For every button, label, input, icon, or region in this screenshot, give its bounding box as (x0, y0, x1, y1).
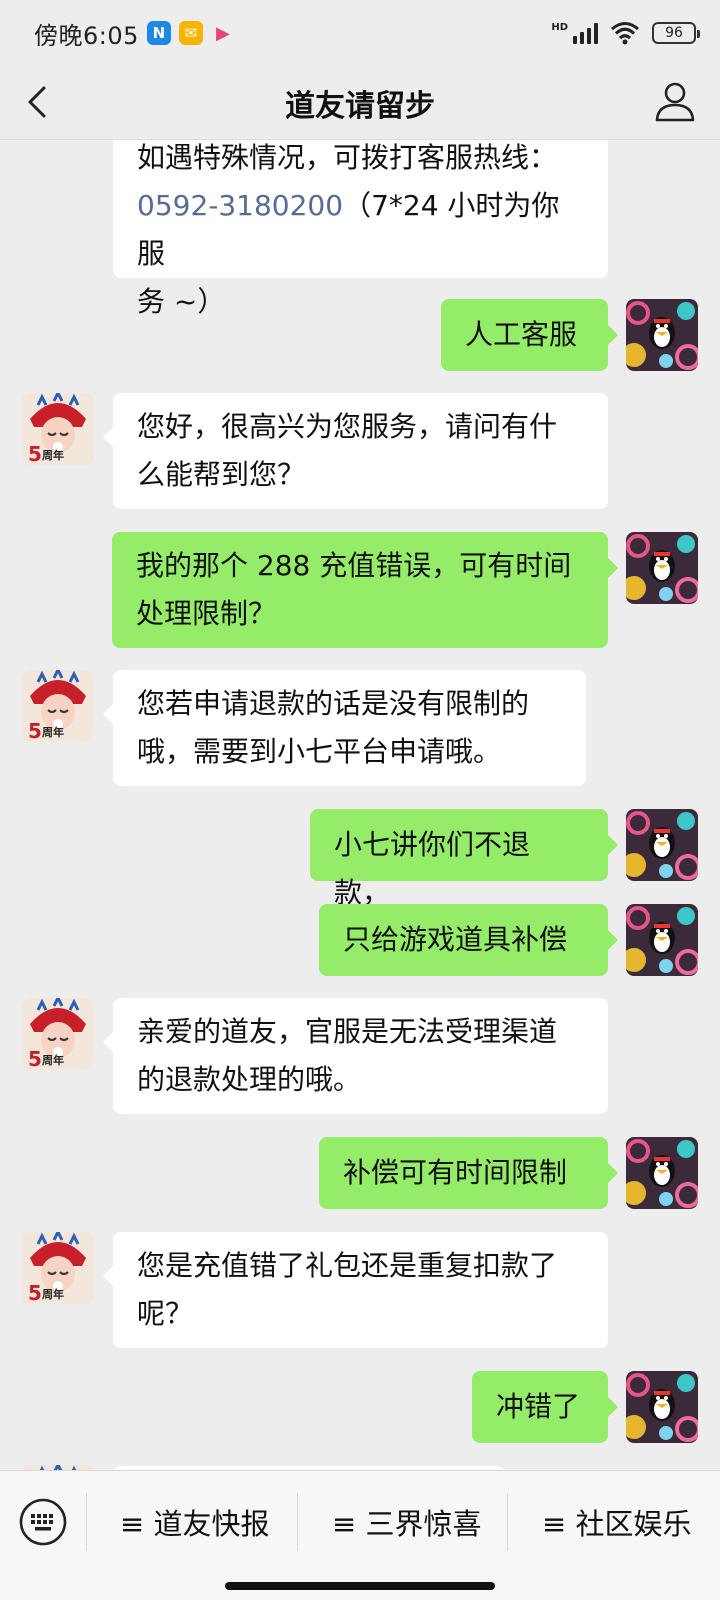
hotline-link[interactable]: 0592-3180200 (137, 189, 343, 222)
play-icon: ▶ (215, 22, 230, 44)
bot-avatar[interactable]: 5 周年 (22, 670, 94, 742)
chat-header: 道友请留步 (0, 66, 720, 140)
bottom-menu-bar: ≡ 道友快报 ≡ 三界惊喜 ≡ 社区娱乐 (0, 1470, 720, 1600)
signal-icon: HD (551, 22, 598, 44)
status-time: 傍晚6:05 (34, 21, 139, 50)
mail-icon: ✉ (178, 21, 203, 45)
svg-text:5: 5 (28, 442, 42, 465)
svg-text:周年: 周年 (42, 725, 64, 739)
person-icon[interactable] (652, 78, 698, 124)
battery-icon: 96 (652, 22, 700, 44)
user-message[interactable]: 冲错了 (472, 1371, 618, 1443)
menu-daoyou-news[interactable]: ≡ 道友快报 (120, 1499, 270, 1545)
page-title: 道友请留步 (285, 88, 435, 124)
message-line: 0592-3180200（7*24 小时为你服 (137, 189, 560, 270)
user-message[interactable]: 人工客服 (441, 299, 618, 371)
user-avatar[interactable] (626, 904, 698, 976)
user-avatar[interactable] (626, 299, 698, 371)
user-avatar[interactable] (626, 532, 698, 604)
bot-message[interactable]: 您若申请退款的话是没有限制的 哦，需要到小七平台申请哦。 (103, 670, 586, 786)
svg-text:周年: 周年 (42, 448, 64, 462)
bot-message[interactable]: 您好，很高兴为您服务，请问有什 么能帮到您？ (103, 393, 608, 509)
user-avatar[interactable] (626, 1137, 698, 1209)
wifi-icon (611, 22, 639, 45)
user-avatar-image (626, 299, 698, 371)
bot-message[interactable]: 如遇特殊情况，可拨打客服热线： 0592-3180200（7*24 小时为你服 … (113, 140, 608, 318)
menu-divider (86, 1493, 87, 1551)
chevron-left-icon[interactable] (20, 82, 60, 122)
menu-divider (507, 1493, 508, 1551)
menu-sanjie-surprise[interactable]: ≡ 三界惊喜 (332, 1499, 482, 1545)
keyboard-icon[interactable] (18, 1497, 68, 1547)
menu-community-fun[interactable]: ≡ 社区娱乐 (542, 1499, 692, 1545)
bot-message[interactable]: 亲爱的道友，官服是无法受理渠道 的退款处理的哦。 (103, 998, 608, 1114)
svg-text:周年: 周年 (42, 1287, 64, 1301)
menu-divider (297, 1493, 298, 1551)
bot-message[interactable]: 您是充值错了礼包还是重复扣款了 呢？ (103, 1232, 608, 1348)
svg-text:5: 5 (28, 1047, 42, 1070)
bot-avatar-image: 5 周年 (22, 393, 94, 465)
user-message[interactable]: 小七讲你们不退款， (310, 809, 618, 909)
battery-level: 96 (665, 25, 683, 41)
user-message[interactable]: 我的那个 288 充值错误，可有时间 处理限制？ (112, 532, 618, 648)
user-avatar[interactable] (626, 809, 698, 881)
svg-text:5: 5 (28, 719, 42, 742)
svg-text:周年: 周年 (42, 1053, 64, 1067)
home-indicator[interactable] (225, 1582, 495, 1590)
message-list[interactable]: 如遇特殊情况，可拨打客服热线： 0592-3180200（7*24 小时为你服 … (0, 140, 720, 1470)
user-avatar[interactable] (626, 1371, 698, 1443)
bot-avatar[interactable]: 5 周年 (22, 1232, 94, 1304)
network-type: HD (551, 22, 568, 33)
bot-avatar[interactable]: 5 周年 (22, 393, 94, 465)
svg-text:5: 5 (28, 1281, 42, 1304)
user-message[interactable]: 补偿可有时间限制 (319, 1137, 618, 1209)
status-bar: 傍晚6:05 N ✉ ▶ HD 96 (0, 0, 720, 66)
bot-avatar[interactable]: 5 周年 (22, 998, 94, 1070)
message-line: 如遇特殊情况，可拨打客服热线： (137, 141, 558, 174)
user-message[interactable]: 只给游戏道具补偿 (319, 904, 618, 976)
status-indicators: HD 96 (551, 21, 700, 45)
n-app-icon: N (146, 21, 171, 45)
